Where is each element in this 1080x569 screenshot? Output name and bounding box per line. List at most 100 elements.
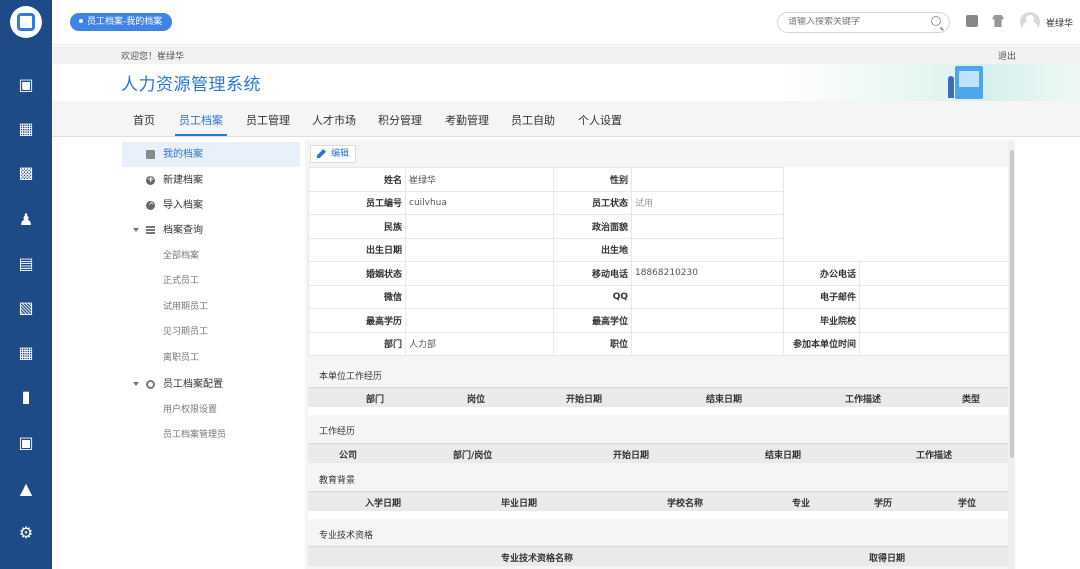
position-value [631,331,784,356]
marital-value [405,261,554,286]
sidebar-item-label: 试用期员工 [163,302,209,312]
gear-icon[interactable]: ⚙ [14,520,38,544]
table-row: 员工编号 cuilvhua 员工状态 试用 [308,190,1010,215]
org-chart-icon[interactable]: ▲ [14,476,38,500]
calendar-icon[interactable]: ▩ [14,160,38,184]
welcome-bar: 欢迎您！崔绿华 退出 [52,46,1080,64]
nav-self-service[interactable]: 员工自助 [511,112,555,128]
column-header: 工作描述 [845,395,882,405]
column-header: 开始日期 [613,451,650,461]
username[interactable]: 崔绿华 [1046,16,1073,29]
plus-circle-icon [146,168,155,193]
grid-monitor-icon[interactable]: ▦ [14,340,38,364]
table-row [308,407,1008,415]
sidebar-item-user-permissions[interactable]: 用户权限设置 [122,398,300,423]
document-icon [146,150,155,159]
main-content: 编辑 姓名 崔绿华 性别 员工编号 cuilvhua 员工状态 试用 民族 政治… [305,140,1013,569]
sidebar-item-my-archive[interactable]: 我的档案 [122,142,300,167]
nav-talent-market[interactable]: 人才市场 [312,112,356,128]
table-row: 最高学历 最高学位 毕业院校 [308,308,1010,333]
calendar-list-icon[interactable]: ▦ [14,116,38,140]
birthdate-value [405,237,554,262]
sidebar-item-label: 用户权限设置 [163,405,218,415]
school-value [859,308,1010,333]
education-header: 入学日期 毕业日期 学校名称 专业 学历 学位 [308,491,1008,511]
qualification-header: 专业技术资格名称 取得日期 [308,546,1008,566]
id-card-icon[interactable]: ▣ [14,430,38,454]
column-header: 开始日期 [566,395,603,405]
email-value [859,284,1010,309]
avatar[interactable] [1020,12,1040,32]
nav-personal-settings[interactable]: 个人设置 [578,112,622,128]
skin-icon[interactable] [992,15,1004,27]
birthplace-value [631,237,784,262]
monitor-icon[interactable]: ▤ [14,251,38,275]
sidebar-item-former-staff[interactable]: 离职员工 [122,346,300,371]
person-illustration [948,76,954,98]
sidebar-item-archive-query[interactable]: 档案查询 [122,218,300,243]
sidebar-item-intern-staff[interactable]: 见习期员工 [122,320,300,345]
presentation-icon[interactable]: ▧ [14,295,38,319]
sidebar-item-label: 正式员工 [163,276,200,286]
nav-employee-management[interactable]: 员工管理 [246,112,290,128]
table-row: 出生日期 出生地 [308,237,1010,262]
logout-link[interactable]: 退出 [998,49,1016,62]
nav-attendance-management[interactable]: 考勤管理 [445,112,489,128]
user-settings-icon[interactable]: ♟ [14,207,38,231]
welcome-text: 欢迎您！崔绿华 [121,52,185,62]
marital-label: 婚姻状态 [308,261,406,286]
sidebar-item-label: 全部档案 [163,251,200,261]
ethnic-label: 民族 [308,214,406,239]
search-icon[interactable] [931,16,941,26]
column-header: 类型 [962,395,981,405]
nav-employee-archive[interactable]: 员工档案 [175,112,227,136]
chevron-down-icon[interactable] [133,382,139,386]
column-header: 学校名称 [667,499,704,509]
scrollbar-thumb[interactable] [1010,150,1014,458]
bar-chart-icon[interactable]: ▮ [14,384,38,408]
name-label: 姓名 [308,167,406,192]
sidebar-item-archive-admin[interactable]: 员工档案管理员 [122,423,300,448]
sidebar-item-label: 员工档案管理员 [163,430,227,440]
sidebar-item-all-archives[interactable]: 全部档案 [122,244,300,269]
message-icon[interactable] [966,15,978,27]
main-nav: 首页 员工档案 员工管理 人才市场 积分管理 考勤管理 员工自助 个人设置 [52,101,1080,137]
column-header: 专业技术资格名称 [501,554,574,564]
sidebar-item-archive-config[interactable]: 员工档案配置 [122,372,300,397]
joindate-label: 参加本单位时间 [783,331,860,356]
status-label: 员工状态 [553,190,632,215]
user-screen-icon[interactable]: ▣ [14,72,38,96]
column-header: 毕业日期 [501,499,538,509]
app-logo-icon[interactable] [10,6,42,38]
section-title-unit-exp: 本单位工作经历 [319,372,383,382]
upload-circle-icon [146,193,155,218]
column-header: 入学日期 [365,499,402,509]
sidebar-item-probation-staff[interactable]: 试用期员工 [122,295,300,320]
breadcrumb[interactable]: 员工档案-我的档案 [70,13,173,31]
sidebar-item-regular-staff[interactable]: 正式员工 [122,269,300,294]
search-box[interactable] [777,12,950,33]
sidebar-item-new-archive[interactable]: 新建档案 [122,168,300,193]
nav-home[interactable]: 首页 [133,112,155,128]
sidebar-item-label: 见习期员工 [163,327,209,337]
section-title-education: 教育背景 [319,476,356,486]
column-header: 部门/岗位 [453,451,493,461]
top-bar: 员工档案-我的档案 崔绿华 [52,0,1080,45]
education-value [405,308,554,333]
degree-label: 最高学位 [553,308,632,333]
column-header: 取得日期 [869,554,906,564]
unit-exp-header: 部门 岗位 开始日期 结束日期 工作描述 类型 [308,387,1008,407]
sidebar-item-import-archive[interactable]: 导入档案 [122,193,300,218]
photo-area [783,214,1010,238]
political-value [631,214,784,239]
joindate-value [859,331,1010,356]
school-label: 毕业院校 [783,308,860,333]
search-input[interactable] [788,17,918,27]
edit-button[interactable]: 编辑 [310,145,357,163]
stack-icon [146,226,155,235]
chevron-down-icon[interactable] [133,228,139,232]
nav-points-management[interactable]: 积分管理 [378,112,422,128]
sidebar-item-label: 导入档案 [163,200,203,211]
title-band: 人力资源管理系统 [52,64,1080,101]
column-header: 学历 [874,499,893,509]
